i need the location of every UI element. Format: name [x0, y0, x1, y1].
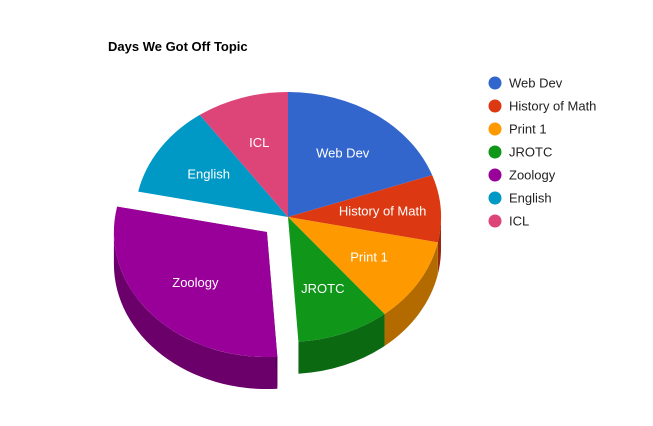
slice-label-zoology: Zoology: [172, 275, 219, 290]
legend-label-jrotc[interactable]: JROTC: [509, 145, 552, 160]
legend-swatch-web-dev: [488, 76, 502, 90]
legend-swatch-icl: [488, 214, 502, 228]
legend-swatch-print-1: [488, 122, 502, 136]
slice-label-jrotc: JROTC: [301, 281, 344, 296]
legend-label-icl[interactable]: ICL: [509, 214, 529, 229]
slice-label-history-of-math: History of Math: [339, 204, 426, 219]
legend-label-print-1[interactable]: Print 1: [509, 122, 547, 137]
legend-label-english[interactable]: English: [509, 191, 552, 206]
legend-label-history-of-math[interactable]: History of Math: [509, 99, 596, 114]
legend-label-web-dev[interactable]: Web Dev: [509, 76, 563, 91]
slice-label-english: English: [187, 166, 230, 181]
legend-label-zoology[interactable]: Zoology: [509, 168, 556, 183]
legend-swatch-jrotc: [488, 145, 502, 159]
pie-chart: Days We Got Off Topic Web Dev History of …: [108, 39, 596, 390]
slice-label-web-dev: Web Dev: [316, 146, 370, 161]
legend-swatch-history-of-math: [488, 99, 502, 113]
chart-title: Days We Got Off Topic: [108, 39, 248, 54]
slice-label-icl: ICL: [249, 135, 269, 150]
legend-swatch-zoology: [488, 168, 502, 182]
slice-label-print-1: Print 1: [350, 249, 388, 264]
legend: Web Dev History of Math Print 1 JROTC Zoolog…: [488, 76, 596, 229]
legend-swatch-english: [488, 191, 502, 205]
